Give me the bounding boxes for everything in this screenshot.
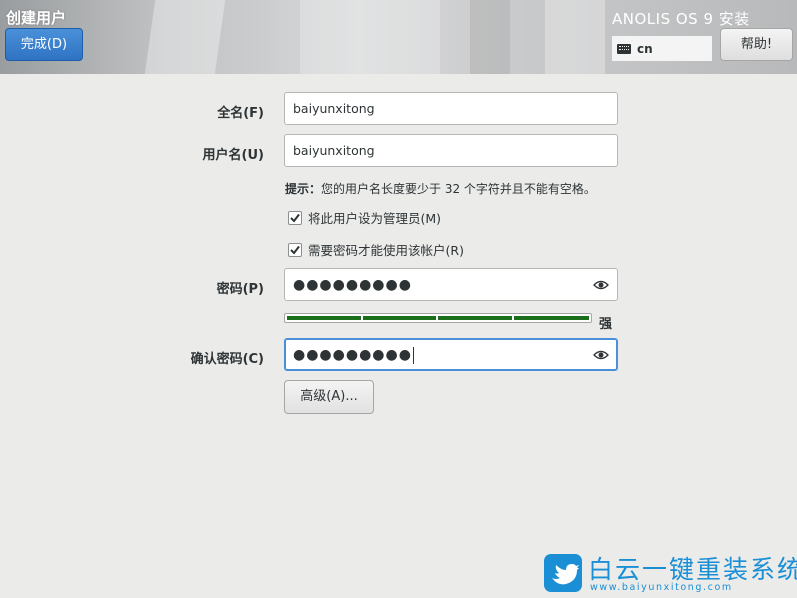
checkmark-icon	[290, 245, 300, 255]
watermark-brand: 白云一键重装系统	[588, 555, 797, 584]
confirm-password-input[interactable]: ●●●●●●●●●	[284, 338, 618, 371]
admin-checkbox[interactable]: 将此用户设为管理员(M)	[288, 208, 441, 227]
keyboard-icon	[617, 43, 631, 54]
password-input[interactable]: ●●●●●●●●●	[284, 268, 618, 301]
hint-text: 您的用户名长度要少于 32 个字符并且不能有空格。	[321, 182, 596, 196]
require-password-checkbox-label: 需要密码才能使用该帐户(R)	[308, 243, 464, 258]
done-button[interactable]: 完成(D)	[5, 28, 83, 61]
help-button[interactable]: 帮助!	[720, 28, 793, 61]
require-password-checkbox[interactable]: 需要密码才能使用该帐户(R)	[288, 240, 464, 259]
fullname-label: 全名(F)	[217, 106, 264, 121]
username-label: 用户名(U)	[202, 148, 264, 163]
fullname-input[interactable]: baiyunxitong	[284, 92, 618, 125]
keyboard-layout-label: cn	[637, 41, 653, 56]
admin-checkbox-box[interactable]	[288, 210, 302, 225]
header-decoration	[144, 0, 226, 74]
reveal-password-icon[interactable]	[593, 278, 609, 292]
hint-prefix: 提示：	[285, 182, 322, 196]
require-password-checkbox-box[interactable]	[288, 242, 302, 257]
watermark-url: www.baiyunxitong.com	[590, 582, 733, 593]
text-cursor	[412, 347, 414, 364]
admin-checkbox-label: 将此用户设为管理员(M)	[308, 211, 442, 226]
advanced-button[interactable]: 高级(A)...	[284, 380, 374, 414]
password-strength-bar	[284, 313, 592, 323]
header-decoration	[545, 0, 605, 74]
reveal-password-icon[interactable]	[593, 348, 609, 362]
strength-segment-divider	[436, 316, 439, 320]
keyboard-layout-indicator[interactable]: cn	[612, 36, 712, 61]
password-masked-value: ●●●●●●●●●	[293, 277, 412, 293]
username-hint: 提示：您的用户名长度要少于 32 个字符并且不能有空格。	[285, 180, 596, 197]
password-label: 密码(P)	[216, 282, 264, 297]
header-decoration	[470, 0, 510, 74]
installer-title: ANOLIS OS 9 安装	[612, 10, 750, 28]
password-strength-fill	[287, 316, 589, 320]
strength-segment-divider	[511, 316, 514, 320]
password-strength-label: 强	[599, 317, 613, 332]
confirm-password-masked-value: ●●●●●●●●●	[293, 347, 412, 363]
bird-logo-icon	[544, 554, 582, 592]
header-decoration	[300, 0, 440, 74]
confirm-password-label: 确认密码(C)	[190, 352, 264, 367]
checkmark-icon	[290, 213, 300, 223]
header-bar: 创建用户 完成(D) ANOLIS OS 9 安装 cn 帮助!	[0, 0, 797, 74]
page-title: 创建用户	[6, 9, 67, 27]
strength-segment-divider	[360, 316, 363, 320]
username-input[interactable]: baiyunxitong	[284, 134, 618, 167]
